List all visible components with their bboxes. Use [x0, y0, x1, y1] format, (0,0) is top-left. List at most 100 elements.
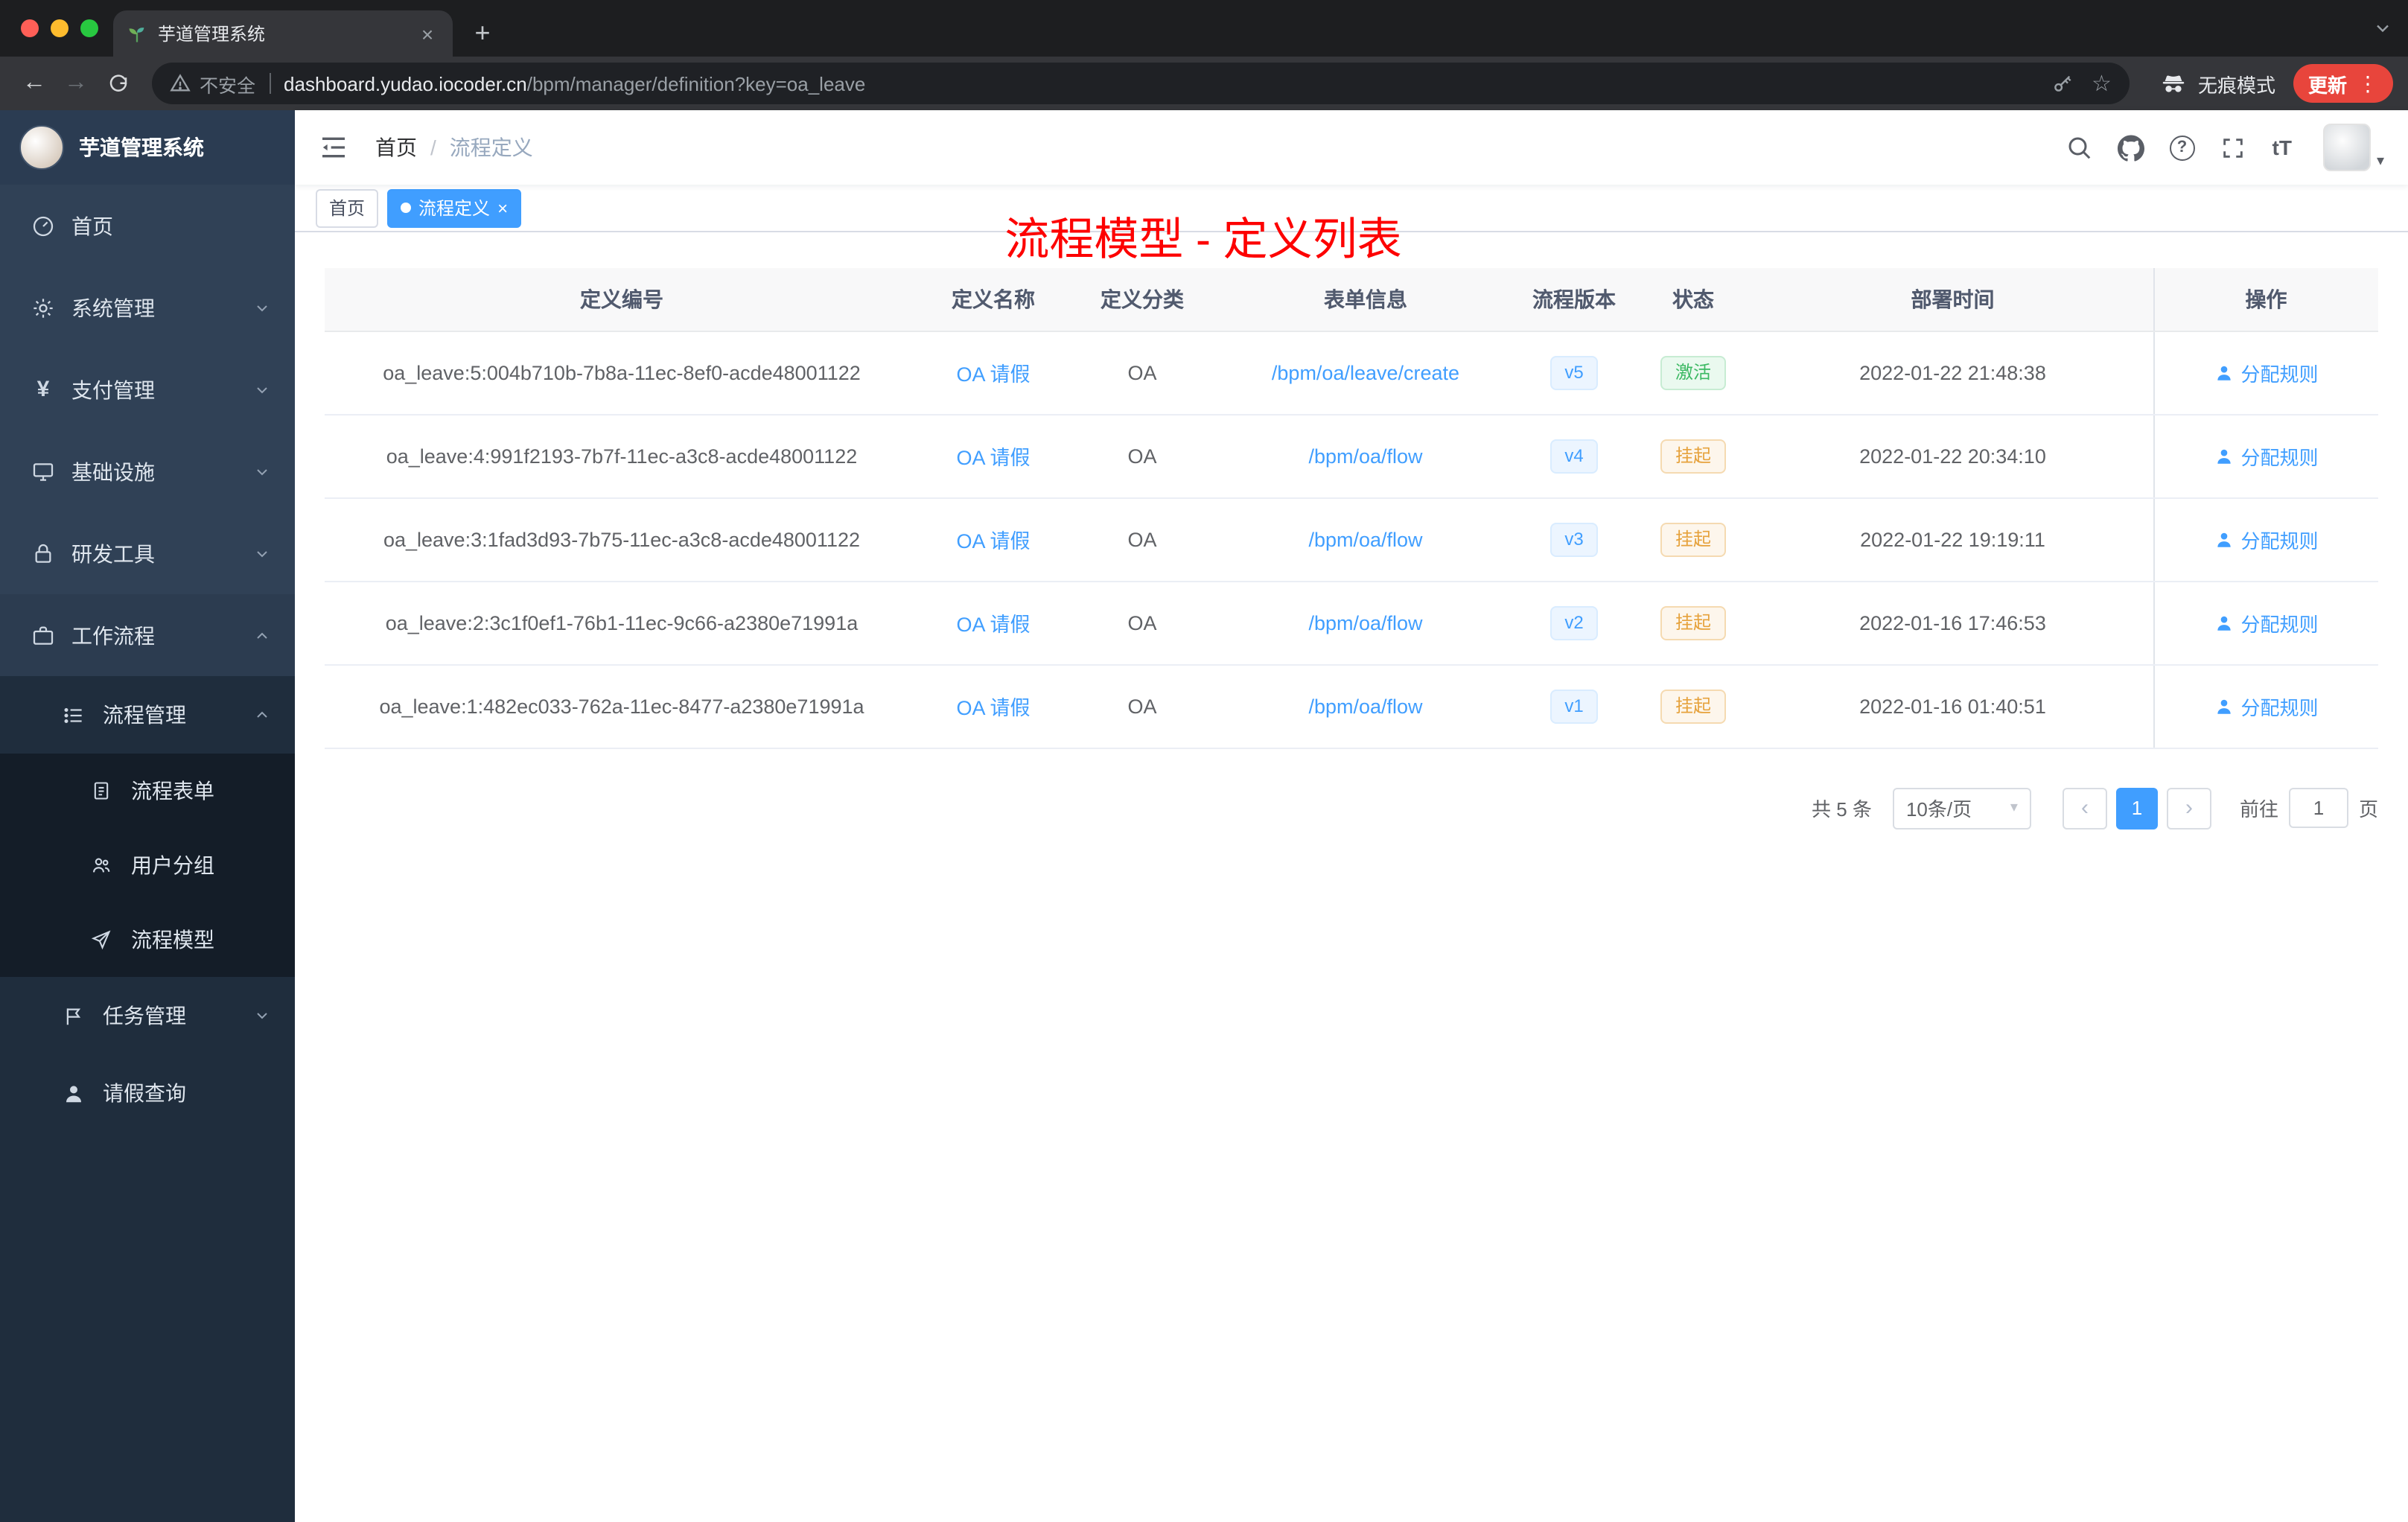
address-bar[interactable]: 不安全 dashboard.yudao.iocoder.cn /bpm/mana…	[152, 63, 2130, 104]
assign-rule-label: 分配规则	[2240, 529, 2319, 552]
search-icon[interactable]	[2065, 134, 2092, 161]
definition-name-link[interactable]: OA 请假	[956, 363, 1030, 386]
definition-category: OA	[1068, 414, 1217, 498]
caret-down-icon: ▾	[2376, 153, 2384, 170]
form-info-link[interactable]: /bpm/oa/flow	[1308, 528, 1422, 550]
sidebar-item-infrastructure[interactable]: 基础设施	[0, 430, 295, 512]
sidebar-item-workflow[interactable]: 工作流程	[0, 594, 295, 676]
minimize-window-button[interactable]	[51, 19, 69, 37]
zoom-window-button[interactable]	[80, 19, 98, 37]
form-info-link[interactable]: /bpm/oa/flow	[1308, 695, 1422, 717]
col-status: 状态	[1634, 268, 1753, 331]
definition-id: oa_leave:5:004b710b-7b8a-11ec-8ef0-acde4…	[325, 331, 919, 415]
total-count: 共 5 条	[1812, 798, 1872, 821]
tabstrip-chevron-icon[interactable]	[2372, 18, 2393, 39]
tag-close-icon[interactable]: ×	[497, 199, 508, 217]
chrome-tab-strip: 芋道管理系统 × +	[0, 0, 2408, 57]
definition-name-link[interactable]: OA 请假	[956, 530, 1030, 553]
goto-page-input[interactable]	[2288, 788, 2348, 828]
forward-icon[interactable]: →	[57, 64, 95, 103]
sidebar-item-system[interactable]: 系统管理	[0, 267, 295, 348]
chevron-down-icon	[253, 1007, 271, 1025]
deploy-time: 2022-01-16 01:40:51	[1753, 664, 2153, 748]
sidebar-item-label: 请假查询	[103, 1081, 186, 1105]
status-badge: 激活	[1660, 355, 1726, 389]
assign-rule-link[interactable]: 分配规则	[2214, 525, 2319, 553]
browser-tab[interactable]: 芋道管理系统 ×	[113, 10, 453, 57]
navbar-actions: ? tT ▾	[2065, 124, 2384, 171]
definition-name-link[interactable]: OA 请假	[956, 697, 1030, 719]
sidebar-item-home[interactable]: 首页	[0, 185, 295, 267]
assign-rule-label: 分配规则	[2240, 363, 2319, 385]
sidebar-item-payment[interactable]: ¥ 支付管理	[0, 348, 295, 430]
sidebar-item-process-model[interactable]: 流程模型	[0, 902, 295, 977]
avatar[interactable]	[2322, 124, 2371, 171]
prev-page-button[interactable]: ‹	[2062, 787, 2107, 829]
incognito-label: 无痕模式	[2197, 74, 2275, 96]
version-badge: v2	[1549, 605, 1599, 640]
form-info-link[interactable]: /bpm/oa/flow	[1308, 611, 1422, 634]
sidebar-item-process-management[interactable]: 流程管理	[0, 676, 295, 754]
sidebar-item-user-group[interactable]: 用户分组	[0, 828, 295, 902]
breadcrumb-home[interactable]: 首页	[375, 133, 417, 162]
assign-rule-label: 分配规则	[2240, 613, 2319, 635]
sidebar-item-leave-query[interactable]: 请假查询	[0, 1054, 295, 1132]
incognito-badge: 无痕模式	[2159, 69, 2275, 98]
sidebar-item-task-management[interactable]: 任务管理	[0, 977, 295, 1054]
page-size-select[interactable]: 10条/页 ▾	[1892, 787, 2031, 829]
definition-name-link[interactable]: OA 请假	[956, 614, 1030, 636]
person-icon	[2217, 448, 2231, 463]
chevron-down-icon	[253, 380, 271, 398]
close-window-button[interactable]	[21, 19, 39, 37]
help-icon[interactable]: ?	[2169, 135, 2195, 160]
fullscreen-icon[interactable]	[2220, 134, 2247, 161]
url-path: /bpm/manager/definition?key=oa_leave	[526, 72, 866, 95]
reload-icon[interactable]	[98, 64, 137, 103]
tag-home[interactable]: 首页	[316, 188, 379, 227]
sidebar-logo[interactable]: 芋道管理系统	[0, 110, 295, 185]
app-navbar: 首页 / 流程定义 ? tT ▾	[295, 110, 2408, 185]
assign-rule-link[interactable]: 分配规则	[2214, 442, 2319, 470]
page-suffix: 页	[2358, 798, 2378, 821]
definition-id: oa_leave:2:3c1f0ef1-76b1-11ec-9c66-a2380…	[325, 581, 919, 665]
col-definition-id: 定义编号	[325, 268, 919, 331]
logo-title: 芋道管理系统	[79, 136, 204, 159]
flag-icon	[63, 1004, 86, 1027]
status-badge: 挂起	[1660, 522, 1726, 556]
next-page-button[interactable]: ›	[2166, 787, 2211, 829]
password-key-icon[interactable]	[2050, 71, 2074, 95]
update-button[interactable]: 更新 ⋮	[2293, 64, 2393, 103]
col-process-version: 流程版本	[1514, 268, 1634, 331]
tab-close-icon[interactable]: ×	[415, 22, 439, 45]
sidebar-item-label: 支付管理	[71, 378, 155, 401]
assign-rule-link[interactable]: 分配规则	[2214, 358, 2319, 386]
col-deploy-time: 部署时间	[1753, 268, 2153, 331]
browser-menu-icon[interactable]: ⋮	[2357, 71, 2378, 96]
page-number-1[interactable]: 1	[2115, 787, 2158, 829]
tag-process-definition[interactable]: 流程定义 ×	[387, 188, 522, 227]
assign-rule-link[interactable]: 分配规则	[2214, 608, 2319, 637]
github-icon[interactable]	[2117, 134, 2144, 161]
deploy-time: 2022-01-22 20:34:10	[1753, 414, 2153, 498]
bookmark-star-icon[interactable]: ☆	[2092, 70, 2112, 97]
definition-id: oa_leave:1:482ec033-762a-11ec-8477-a2380…	[325, 664, 919, 748]
form-info-link[interactable]: /bpm/oa/leave/create	[1272, 361, 1459, 383]
person-icon	[2217, 532, 2231, 547]
new-tab-button[interactable]: +	[462, 12, 503, 54]
page-size-value: 10条/页	[1905, 798, 1972, 821]
form-info-link[interactable]: /bpm/oa/flow	[1308, 445, 1422, 467]
table-header-row: 定义编号 定义名称 定义分类 表单信息 流程版本 状态 部署时间 操作	[325, 268, 2378, 331]
sidebar-item-dev-tools[interactable]: 研发工具	[0, 512, 295, 594]
person-icon	[2217, 365, 2231, 380]
definition-name-link[interactable]: OA 请假	[956, 447, 1030, 469]
security-label[interactable]: 不安全	[200, 69, 255, 98]
status-badge: 挂起	[1660, 605, 1726, 640]
back-icon[interactable]: ←	[15, 64, 54, 103]
font-size-icon[interactable]: tT	[2272, 136, 2292, 159]
user-menu[interactable]: ▾	[2322, 124, 2384, 171]
definition-id: oa_leave:3:1fad3d93-7b75-11ec-a3c8-acde4…	[325, 497, 919, 582]
sidebar-item-process-form[interactable]: 流程表单	[0, 754, 295, 828]
omnibox-divider	[269, 73, 271, 94]
assign-rule-link[interactable]: 分配规则	[2214, 692, 2319, 720]
collapse-sidebar-icon[interactable]	[319, 133, 348, 162]
